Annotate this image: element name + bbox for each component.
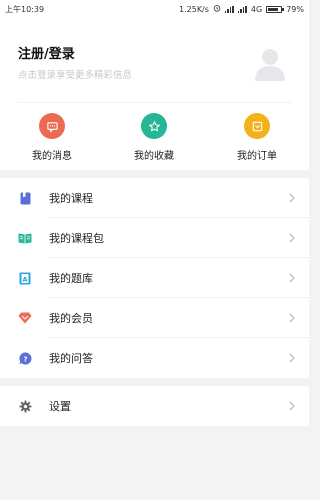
- chevron-right-icon: [287, 193, 297, 203]
- network-speed: 1.25K/s: [179, 4, 209, 14]
- quick-action-label: 我的订单: [237, 151, 277, 162]
- menu-item-label: 我的会员: [49, 312, 93, 325]
- menu-list: 我的课程 我的课程包 A 我的题库 我的会员 ? 我的问答: [0, 178, 309, 378]
- svg-text:?: ?: [23, 355, 27, 363]
- quick-action-orders[interactable]: 我的订单: [222, 113, 292, 162]
- menu-item-label: 我的课程包: [49, 232, 104, 245]
- battery-percent: 79%: [286, 4, 304, 14]
- menu-item-membership[interactable]: 我的会员: [0, 298, 309, 338]
- alarm-icon: [213, 4, 221, 14]
- star-icon: [141, 113, 167, 139]
- menu-item-my-courses[interactable]: 我的课程: [0, 178, 309, 218]
- status-time: 上午10:39: [5, 4, 45, 14]
- membership-icon: [18, 311, 32, 325]
- avatar[interactable]: [251, 44, 289, 82]
- question-bank-icon: A: [18, 271, 32, 285]
- divider: [18, 102, 291, 103]
- signal-icon-2: [237, 5, 247, 13]
- chevron-right-icon: [287, 353, 297, 363]
- login-register-link[interactable]: 注册/登录: [18, 43, 75, 62]
- course-pack-icon: [18, 231, 32, 245]
- menu-item-my-course-packs[interactable]: 我的课程包: [0, 218, 309, 258]
- menu-item-label: 我的问答: [49, 352, 93, 365]
- order-icon: [244, 113, 270, 139]
- chevron-right-icon: [287, 401, 297, 411]
- menu-item-label: 我的题库: [49, 272, 93, 285]
- menu-item-settings[interactable]: 设置: [0, 386, 309, 426]
- menu-item-qa[interactable]: ? 我的问答: [0, 338, 309, 378]
- message-icon: [39, 113, 65, 139]
- chevron-right-icon: [287, 313, 297, 323]
- qa-icon: ?: [18, 351, 32, 365]
- chevron-right-icon: [287, 233, 297, 243]
- svg-text:A: A: [22, 275, 27, 283]
- status-bar: 上午10:39 1.25K/s 4G 79%: [0, 0, 309, 18]
- chevron-right-icon: [287, 273, 297, 283]
- settings-section: 设置: [0, 386, 309, 426]
- signal-icon: [224, 5, 234, 13]
- quick-action-messages[interactable]: 我的消息: [17, 113, 87, 162]
- gear-icon: [18, 399, 32, 413]
- menu-item-label: 我的课程: [49, 192, 93, 205]
- quick-action-label: 我的收藏: [134, 151, 174, 162]
- battery-icon: [266, 5, 285, 13]
- book-icon: [18, 191, 32, 205]
- quick-action-label: 我的消息: [32, 151, 72, 162]
- profile-card: 注册/登录 点击登录享受更多精彩信息 我的消息 我的收藏 我的订单: [0, 18, 309, 170]
- menu-item-label: 设置: [49, 400, 71, 413]
- menu-item-question-bank[interactable]: A 我的题库: [0, 258, 309, 298]
- quick-action-favorites[interactable]: 我的收藏: [119, 113, 189, 162]
- network-type: 4G: [250, 4, 263, 14]
- login-hint: 点击登录享受更多精彩信息: [18, 70, 133, 81]
